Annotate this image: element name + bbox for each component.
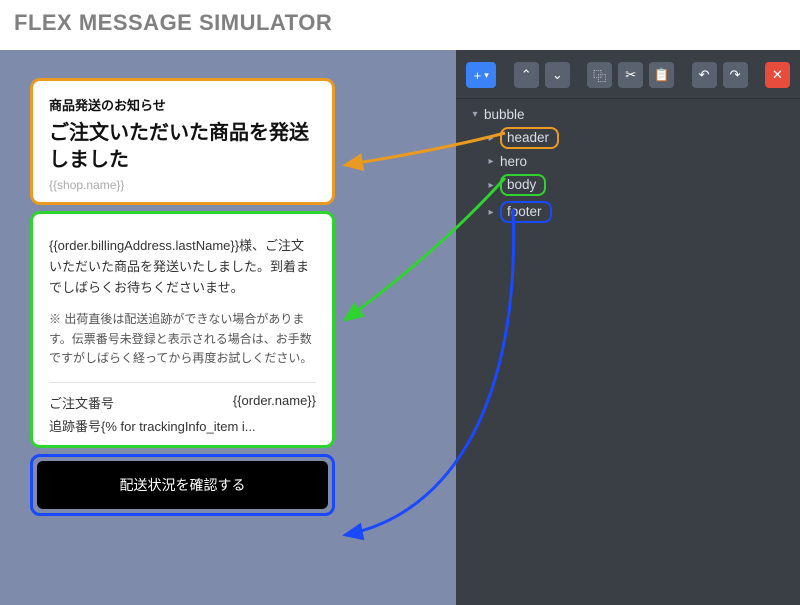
add-button[interactable]: + ▾ (466, 62, 496, 88)
chevron-down-icon: ▾ (470, 109, 480, 120)
move-down-button[interactable]: ⌄ (545, 62, 570, 88)
header-shop-placeholder: {{shop.name}} (49, 178, 316, 192)
redo-button[interactable]: ↷ (723, 62, 748, 88)
undo-icon: ↶ (699, 67, 710, 83)
order-number-row: ご注文番号 {{order.name}} (49, 393, 316, 412)
flex-bubble: 商品発送のお知らせ ご注文いただいた商品を発送しました {{shop.name}… (30, 78, 335, 516)
cut-button[interactable]: ✂ (618, 62, 643, 88)
chevron-up-icon: ⌃ (521, 67, 532, 83)
bubble-body[interactable]: {{order.billingAddress.lastName}}様、ご注文いた… (33, 222, 332, 445)
redo-icon: ↷ (730, 67, 741, 83)
bubble-header[interactable]: 商品発送のお知らせ ご注文いただいた商品を発送しました {{shop.name}… (33, 81, 332, 202)
check-delivery-button[interactable]: 配送状況を確認する (37, 461, 328, 509)
chevron-right-icon: ▸ (486, 207, 496, 218)
copy-icon: ⿻ (593, 66, 606, 85)
tree-node-label: hero (500, 154, 527, 169)
tracking-number-line: 追跡番号{% for trackingInfo_item i... (49, 416, 316, 435)
plus-icon: + (474, 68, 482, 83)
tree-node-bubble[interactable]: ▾ bubble (466, 105, 790, 124)
toolbar: + ▾ ⌃ ⌄ ⿻ ✂ 📋 ↶ ↷ ✕ (456, 50, 800, 99)
body-paragraph: {{order.billingAddress.lastName}}様、ご注文いた… (49, 236, 316, 298)
close-icon: ✕ (772, 67, 783, 83)
order-number-value: {{order.name}} (233, 393, 316, 412)
chevron-down-icon: ▾ (484, 70, 489, 81)
tree-node-hero[interactable]: ▸ hero (482, 152, 790, 171)
undo-button[interactable]: ↶ (692, 62, 717, 88)
chevron-down-icon: ⌄ (552, 67, 563, 83)
copy-button[interactable]: ⿻ (587, 62, 612, 88)
body-divider (49, 382, 316, 383)
header-subtitle: 商品発送のお知らせ (49, 95, 316, 114)
move-up-button[interactable]: ⌃ (514, 62, 539, 88)
tree-node-label: body (500, 174, 546, 196)
bubble-header-highlight: 商品発送のお知らせ ご注文いただいた商品を発送しました {{shop.name}… (30, 78, 335, 205)
app-title: FLEX MESSAGE SIMULATOR (0, 0, 800, 50)
chevron-right-icon: ▸ (486, 156, 496, 167)
body-note: ※ 出荷直後は配送追跡ができない場合があります。伝票番号未登録と表示される場合は… (49, 310, 316, 368)
header-title: ご注文いただいた商品を発送しました (49, 120, 316, 174)
chevron-right-icon: ▸ (486, 180, 496, 191)
bubble-footer-highlight: 配送状況を確認する (30, 454, 335, 516)
structure-panel: + ▾ ⌃ ⌄ ⿻ ✂ 📋 ↶ ↷ ✕ ▾ bubble ▸ (456, 50, 800, 605)
paste-button[interactable]: 📋 (649, 62, 674, 88)
tree-node-label: footer (500, 201, 552, 223)
preview-panel: 商品発送のお知らせ ご注文いただいた商品を発送しました {{shop.name}… (0, 50, 456, 605)
workspace: 商品発送のお知らせ ご注文いただいた商品を発送しました {{shop.name}… (0, 50, 800, 605)
tree-node-label: bubble (484, 107, 525, 122)
delete-button[interactable]: ✕ (765, 62, 790, 88)
order-number-label: ご注文番号 (49, 393, 114, 412)
tree-node-footer[interactable]: ▸ footer (482, 199, 790, 225)
paste-icon: 📋 (654, 67, 670, 83)
structure-tree: ▾ bubble ▸ header ▸ hero ▸ body ▸ f (456, 99, 800, 232)
bubble-body-highlight: {{order.billingAddress.lastName}}様、ご注文いた… (30, 211, 335, 448)
chevron-right-icon: ▸ (486, 133, 496, 144)
cut-icon: ✂ (625, 67, 636, 83)
tree-node-body[interactable]: ▸ body (482, 172, 790, 198)
tree-node-header[interactable]: ▸ header (482, 125, 790, 151)
tree-node-label: header (500, 127, 559, 149)
